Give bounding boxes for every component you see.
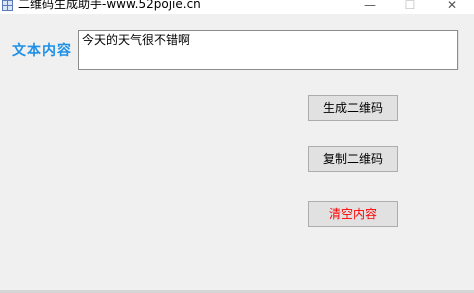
minimize-button[interactable]: — [348, 0, 392, 14]
qr-code-icon [2, 0, 13, 11]
clear-content-button[interactable]: 清空内容 [308, 201, 398, 227]
content-text-input[interactable]: 今天的天气很不错啊 [78, 30, 458, 70]
content-label: 文本内容 [12, 43, 72, 59]
copy-qr-button[interactable]: 复制二维码 [308, 146, 398, 172]
window-title: 二维码生成助手-www.52pojie.cn [18, 0, 201, 11]
title-bar[interactable]: 二维码生成助手-www.52pojie.cn — ☐ ✕ [0, 0, 474, 14]
generate-qr-button[interactable]: 生成二维码 [308, 95, 398, 121]
content-scrollbar[interactable] [458, 30, 472, 70]
app-window: 二维码生成助手-www.52pojie.cn — ☐ ✕ 文本内容 今天的天气很… [0, 0, 474, 293]
maximize-button[interactable]: ☐ [388, 0, 432, 14]
close-button[interactable]: ✕ [430, 0, 474, 14]
